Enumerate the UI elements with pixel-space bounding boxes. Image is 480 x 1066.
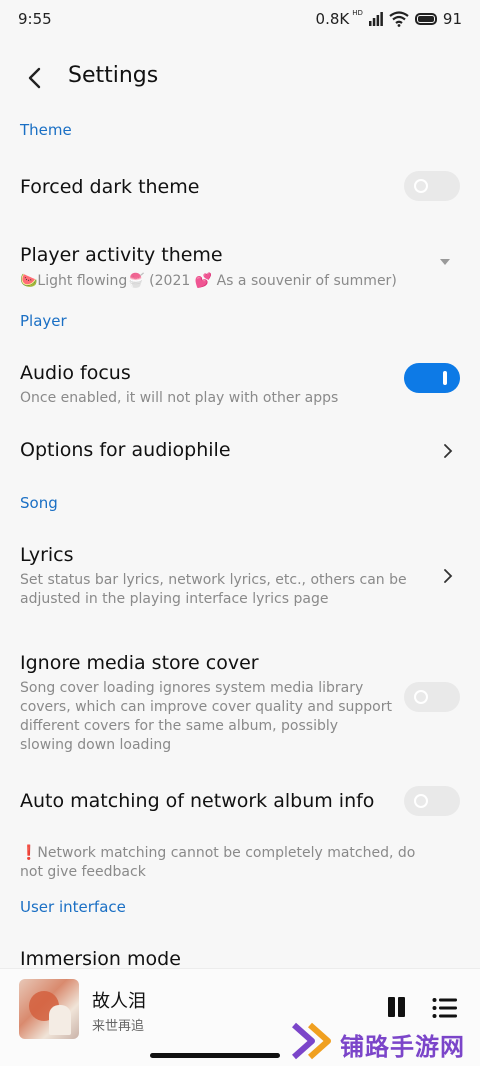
auto-match-toggle[interactable] [404,786,460,816]
status-bar: 9:55 0.8K HD 91 [0,0,480,40]
setting-title: Ignore media store cover [20,652,259,674]
setting-subtitle-line: covers, which can improve cover quality … [20,699,392,715]
section-title-song: Song [20,494,58,512]
status-icons: 0.8K HD 91 [315,9,462,28]
network-speed: 0.8K [315,10,350,28]
ignore-cover-toggle[interactable] [404,682,460,712]
watermark: 铺路手游网 [290,1019,475,1066]
setting-title: Audio focus [20,362,131,384]
battery-level: 91 [442,10,462,28]
forced-dark-toggle[interactable] [404,171,460,201]
setting-title: Options for audiophile [20,439,231,461]
setting-subtitle-line: Song cover loading ignores system media … [20,680,364,696]
chevron-right-icon [444,569,453,583]
setting-title: Player activity theme [20,244,223,266]
mini-player[interactable]: 故人泪 来世再追 铺路手游网 [0,968,480,1066]
section-title-user-interface: User interface [20,898,126,916]
setting-player-activity-theme[interactable]: Player activity theme 🍉Light flowing🍧 (2… [0,236,480,300]
hd-badge: HD [352,9,363,17]
notice-line: not give feedback [20,864,146,880]
setting-subtitle-line: different covers for the same album, pos… [20,718,339,734]
section-title-player: Player [20,312,67,330]
setting-subtitle-line: adjusted in the playing interface lyrics… [20,591,329,607]
setting-ignore-media-store-cover[interactable]: Ignore media store cover Song cover load… [0,642,480,760]
home-indicator[interactable] [150,1053,280,1058]
pause-button[interactable] [386,997,408,1019]
dropdown-caret-icon [440,259,450,265]
song-artist: 来世再追 [92,1019,145,1034]
setting-auto-matching-album-info[interactable]: Auto matching of network album info [0,780,480,824]
cellular-signal-icon [368,12,383,26]
album-cover[interactable] [19,979,79,1039]
setting-value: 🍉Light flowing🍧 (2021 💕 As a souvenir of… [20,273,397,289]
setting-title: Auto matching of network album info [20,790,375,812]
setting-title: Forced dark theme [20,176,200,198]
playlist-icon[interactable] [432,997,458,1019]
song-title: 故人泪 [92,991,146,1012]
header: Settings [0,52,480,102]
section-title-theme: Theme [20,121,72,139]
back-button[interactable] [18,62,50,94]
setting-subtitle-line: Set status bar lyrics, network lyrics, e… [20,572,407,588]
setting-lyrics[interactable]: Lyrics Set status bar lyrics, network ly… [0,534,480,618]
setting-options-for-audiophile[interactable]: Options for audiophile [0,428,480,474]
setting-subtitle: Once enabled, it will not play with othe… [20,390,339,406]
battery-icon [414,13,437,25]
setting-title: Lyrics [20,544,74,566]
page-title: Settings [68,63,159,88]
chevron-right-icon [444,444,453,458]
audio-focus-toggle[interactable] [404,363,460,393]
watermark-logo-icon [292,1022,331,1060]
watermark-text: 铺路手游网 [340,1033,465,1061]
setting-immersion-mode[interactable]: Immersion mode [0,938,480,968]
wifi-icon [389,11,409,27]
setting-audio-focus[interactable]: Audio focus Once enabled, it will not pl… [0,352,480,412]
setting-subtitle-line: slowing down loading [20,737,172,753]
status-time: 9:55 [18,10,52,28]
notice-line: ❗Network matching cannot be completely m… [20,845,416,861]
setting-forced-dark-theme[interactable]: Forced dark theme [0,160,480,216]
chevron-left-icon [28,67,41,89]
setting-title: Immersion mode [20,948,181,968]
network-matching-notice: ❗Network matching cannot be completely m… [0,844,480,884]
